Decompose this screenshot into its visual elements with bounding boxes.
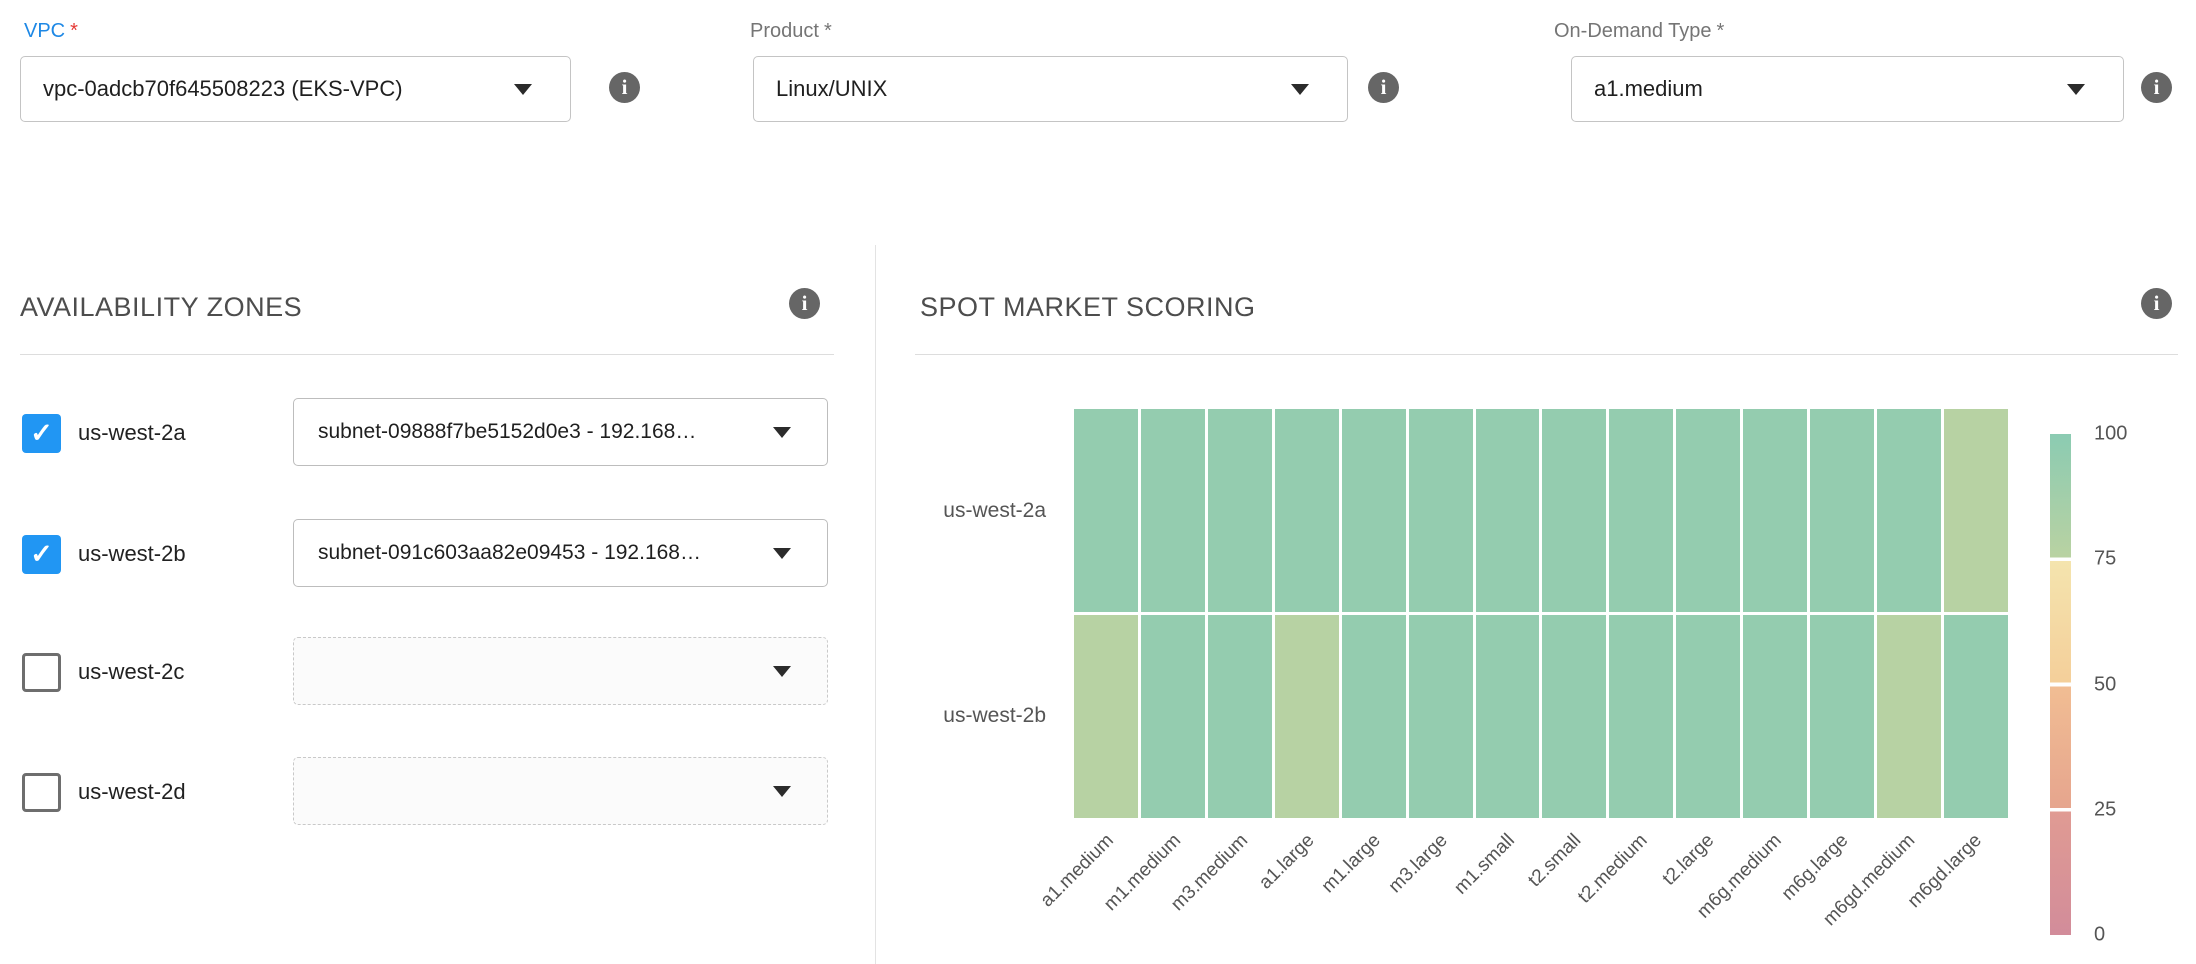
product-select[interactable]: Linux/UNIX	[753, 56, 1348, 122]
spot-market-scoring-title: SPOT MARKET SCORING	[920, 292, 1256, 323]
spot-market-scoring-info-icon[interactable]: i	[2141, 288, 2172, 319]
heatmap-cell-us-west-2b-t2.medium	[1609, 615, 1673, 818]
chevron-down-icon	[773, 666, 791, 677]
heatmap-cell-us-west-2b-m6g.medium	[1743, 615, 1807, 818]
az-row-us-west-2a: ✓ us-west-2a subnet-09888f7be5152d0e3 - …	[0, 398, 845, 466]
on-demand-type-label-text: On-Demand Type	[1554, 20, 1712, 42]
on-demand-type-label: On-Demand Type*	[1554, 20, 1724, 43]
heatmap-cell-us-west-2a-t2.large	[1676, 409, 1740, 612]
heatmap-color-scale	[2050, 434, 2071, 935]
availability-zones-title: AVAILABILITY ZONES	[20, 292, 302, 323]
az-label: us-west-2b	[78, 519, 186, 589]
az-checkbox-us-west-2a[interactable]: ✓	[22, 414, 61, 453]
chevron-down-icon	[773, 786, 791, 797]
heatmap-cell-us-west-2a-m6gd.medium	[1877, 409, 1941, 612]
az-label: us-west-2a	[78, 398, 186, 468]
heatmap-cell-us-west-2b-a1.medium	[1074, 615, 1138, 818]
vpc-required-marker: *	[70, 20, 78, 42]
heatmap-cell-us-west-2a-t2.small	[1542, 409, 1606, 612]
heatmap-cell-us-west-2b-m1.large	[1342, 615, 1406, 818]
heatmap-cell-us-west-2b-a1.large	[1275, 615, 1339, 818]
heatmap-scale-tick-25: 25	[2094, 798, 2116, 821]
vpc-select[interactable]: vpc-0adcb70f645508223 (EKS-VPC)	[20, 56, 571, 122]
subnet-select-value: subnet-091c603aa82e09453 - 192.168…	[294, 541, 773, 565]
info-glyph: i	[1381, 77, 1387, 98]
chevron-down-icon	[2067, 84, 2085, 95]
heatmap-scale-tick-0: 0	[2094, 924, 2105, 947]
subnet-select-us-west-2d[interactable]	[293, 757, 828, 825]
product-required-marker: *	[824, 20, 832, 42]
heatmap-cell-us-west-2b-m6gd.medium	[1877, 615, 1941, 818]
heatmap-y-label-us-west-2b: us-west-2b	[746, 704, 1046, 728]
subnet-select-us-west-2c[interactable]	[293, 637, 828, 705]
heatmap-cell-us-west-2b-m3.large	[1409, 615, 1473, 818]
heatmap-cell-us-west-2b-m6gd.large	[1944, 615, 2008, 818]
vpc-label: VPC*	[24, 20, 78, 43]
subnet-select-us-west-2b[interactable]: subnet-091c603aa82e09453 - 192.168…	[293, 519, 828, 587]
heatmap-cell-us-west-2a-m3.medium	[1208, 409, 1272, 612]
info-glyph: i	[622, 77, 628, 98]
product-label-text: Product	[750, 20, 819, 42]
on-demand-type-required-marker: *	[1717, 20, 1725, 42]
product-select-value: Linux/UNIX	[754, 76, 957, 102]
section-divider	[875, 245, 876, 964]
product-label: Product*	[750, 20, 832, 43]
heatmap-cell-us-west-2a-m3.large	[1409, 409, 1473, 612]
product-info-icon[interactable]: i	[1368, 72, 1399, 103]
heatmap-cell-us-west-2a-m1.large	[1342, 409, 1406, 612]
vpc-select-value: vpc-0adcb70f645508223 (EKS-VPC)	[21, 76, 473, 102]
chevron-down-icon	[1291, 84, 1309, 95]
vpc-info-icon[interactable]: i	[609, 72, 640, 103]
az-row-us-west-2b: ✓ us-west-2b subnet-091c603aa82e09453 - …	[0, 519, 845, 587]
on-demand-type-select-value: a1.medium	[1572, 76, 1773, 102]
availability-zones-rule	[20, 354, 834, 355]
heatmap-cell-us-west-2b-m3.medium	[1208, 615, 1272, 818]
heatmap-cell-us-west-2a-m1.small	[1476, 409, 1540, 612]
heatmap-cell-us-west-2a-a1.medium	[1074, 409, 1138, 612]
az-checkbox-us-west-2d[interactable]	[22, 773, 61, 812]
info-glyph: i	[2154, 77, 2160, 98]
spot-market-scoring-rule	[915, 354, 2178, 355]
heatmap-cell-us-west-2a-t2.medium	[1609, 409, 1673, 612]
availability-zones-info-icon[interactable]: i	[789, 288, 820, 319]
az-label: us-west-2d	[78, 757, 186, 827]
vpc-label-text: VPC	[24, 20, 65, 42]
heatmap-cell-us-west-2b-m1.small	[1476, 615, 1540, 818]
subnet-select-value: subnet-09888f7be5152d0e3 - 192.168…	[294, 420, 768, 444]
chevron-down-icon	[773, 548, 791, 559]
heatmap-cell-us-west-2b-t2.large	[1676, 615, 1740, 818]
chevron-down-icon	[773, 427, 791, 438]
az-checkbox-us-west-2c[interactable]	[22, 653, 61, 692]
az-row-us-west-2d: us-west-2d	[0, 757, 845, 825]
az-label: us-west-2c	[78, 637, 184, 707]
heatmap-cell-us-west-2b-m1.medium	[1141, 615, 1205, 818]
on-demand-type-select[interactable]: a1.medium	[1571, 56, 2124, 122]
info-glyph: i	[802, 293, 808, 314]
heatmap-y-label-us-west-2a: us-west-2a	[746, 499, 1046, 523]
heatmap-cell-us-west-2a-a1.large	[1275, 409, 1339, 612]
heatmap-cell-us-west-2a-m1.medium	[1141, 409, 1205, 612]
az-checkbox-us-west-2b[interactable]: ✓	[22, 535, 61, 574]
subnet-select-us-west-2a[interactable]: subnet-09888f7be5152d0e3 - 192.168…	[293, 398, 828, 466]
heatmap-scale-tick-50: 50	[2094, 673, 2116, 696]
chevron-down-icon	[514, 84, 532, 95]
heatmap-cell-us-west-2b-m6g.large	[1810, 615, 1874, 818]
heatmap-cell-us-west-2a-m6gd.large	[1944, 409, 2008, 612]
heatmap	[1074, 409, 2008, 818]
heatmap-scale-tick-75: 75	[2094, 548, 2116, 571]
heatmap-cell-us-west-2a-m6g.large	[1810, 409, 1874, 612]
az-row-us-west-2c: us-west-2c	[0, 637, 845, 705]
heatmap-cell-us-west-2b-t2.small	[1542, 615, 1606, 818]
heatmap-cell-us-west-2a-m6g.medium	[1743, 409, 1807, 612]
info-glyph: i	[2154, 293, 2160, 314]
on-demand-type-info-icon[interactable]: i	[2141, 72, 2172, 103]
heatmap-scale-tick-100: 100	[2094, 423, 2127, 446]
